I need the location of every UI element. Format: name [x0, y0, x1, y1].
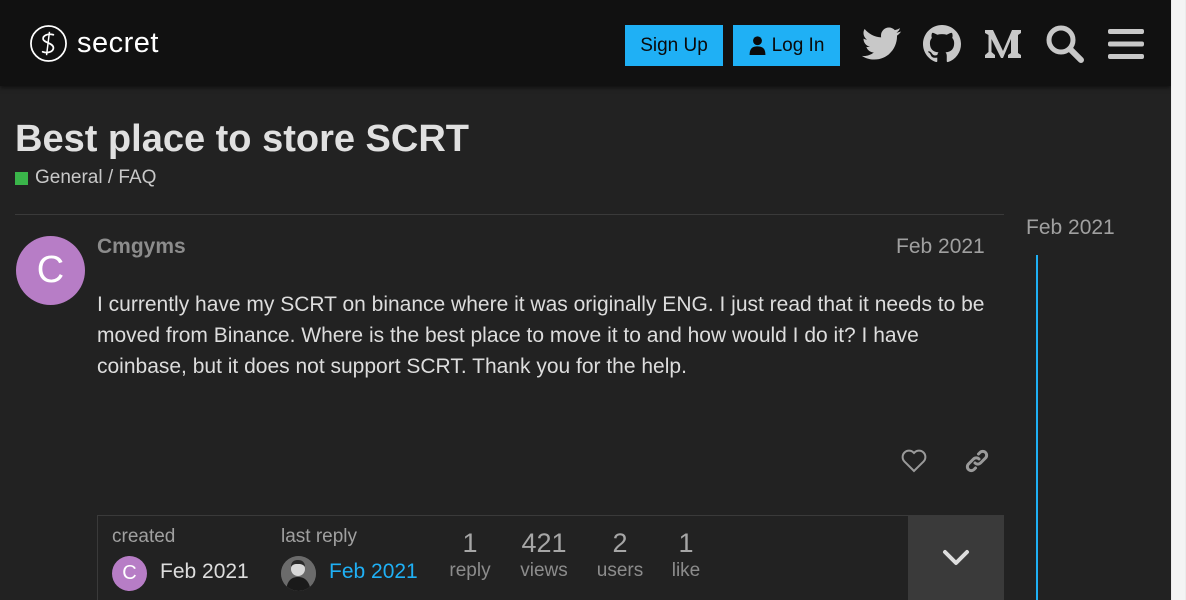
sign-up-button[interactable]: Sign Up: [625, 25, 723, 66]
title-divider: [15, 214, 1004, 215]
post-body: I currently have my SCRT on binance wher…: [97, 293, 985, 378]
stat-number: 1: [462, 528, 478, 558]
site-logo[interactable]: secret: [29, 24, 159, 63]
user-icon: [749, 36, 765, 55]
post-username[interactable]: Cmgyms: [97, 235, 186, 259]
logo-text: secret: [77, 27, 159, 59]
last-reply-label: last reply: [281, 526, 358, 547]
secret-logo-icon: [30, 25, 67, 62]
stat-views: 421 views: [509, 527, 579, 583]
twitter-icon[interactable]: [860, 22, 904, 66]
site-header: secret Sign Up Log In: [0, 0, 1171, 86]
created-date: Feb 2021: [160, 560, 249, 583]
created-avatar[interactable]: C: [112, 556, 147, 591]
stat-label: like: [671, 560, 701, 581]
log-in-button[interactable]: Log In: [733, 25, 840, 66]
stat-users: 2 users: [585, 527, 655, 583]
stat-replies: 1 reply: [435, 527, 505, 583]
heart-icon: [901, 449, 927, 473]
stat-number: 421: [521, 528, 567, 558]
category-badge[interactable]: General / FAQ: [15, 167, 156, 189]
chevron-down-icon: [943, 550, 969, 565]
medium-icon[interactable]: [981, 22, 1025, 66]
category-color-swatch: [15, 171, 28, 185]
hamburger-menu-icon[interactable]: [1104, 22, 1148, 66]
github-icon[interactable]: [920, 22, 964, 66]
stat-likes: 1 like: [651, 527, 721, 583]
created-label: created: [112, 526, 176, 547]
search-icon[interactable]: [1043, 22, 1087, 66]
timeline-date[interactable]: Feb 2021: [1026, 216, 1115, 240]
stat-number: 2: [612, 528, 628, 558]
last-reply-avatar[interactable]: [281, 556, 316, 591]
stat-label: users: [596, 560, 644, 581]
topic-title[interactable]: Best place to store SCRT: [15, 118, 469, 161]
post-author-avatar[interactable]: C: [16, 236, 85, 305]
share-link-button[interactable]: [956, 440, 998, 482]
link-icon: [965, 449, 989, 473]
category-label: General / FAQ: [35, 167, 157, 188]
stat-label: views: [520, 560, 568, 581]
last-reply-date[interactable]: Feb 2021: [329, 560, 418, 584]
post-date[interactable]: Feb 2021: [896, 235, 985, 259]
scrollbar-thumb[interactable]: [1172, 0, 1185, 600]
timeline-scroller[interactable]: [1036, 255, 1038, 600]
user-photo-icon: [281, 556, 316, 591]
log-in-label: Log In: [771, 34, 825, 56]
stat-number: 1: [678, 528, 694, 558]
like-button[interactable]: [893, 440, 935, 482]
stat-label: reply: [449, 560, 491, 581]
expand-topic-map-button[interactable]: [908, 516, 1004, 600]
